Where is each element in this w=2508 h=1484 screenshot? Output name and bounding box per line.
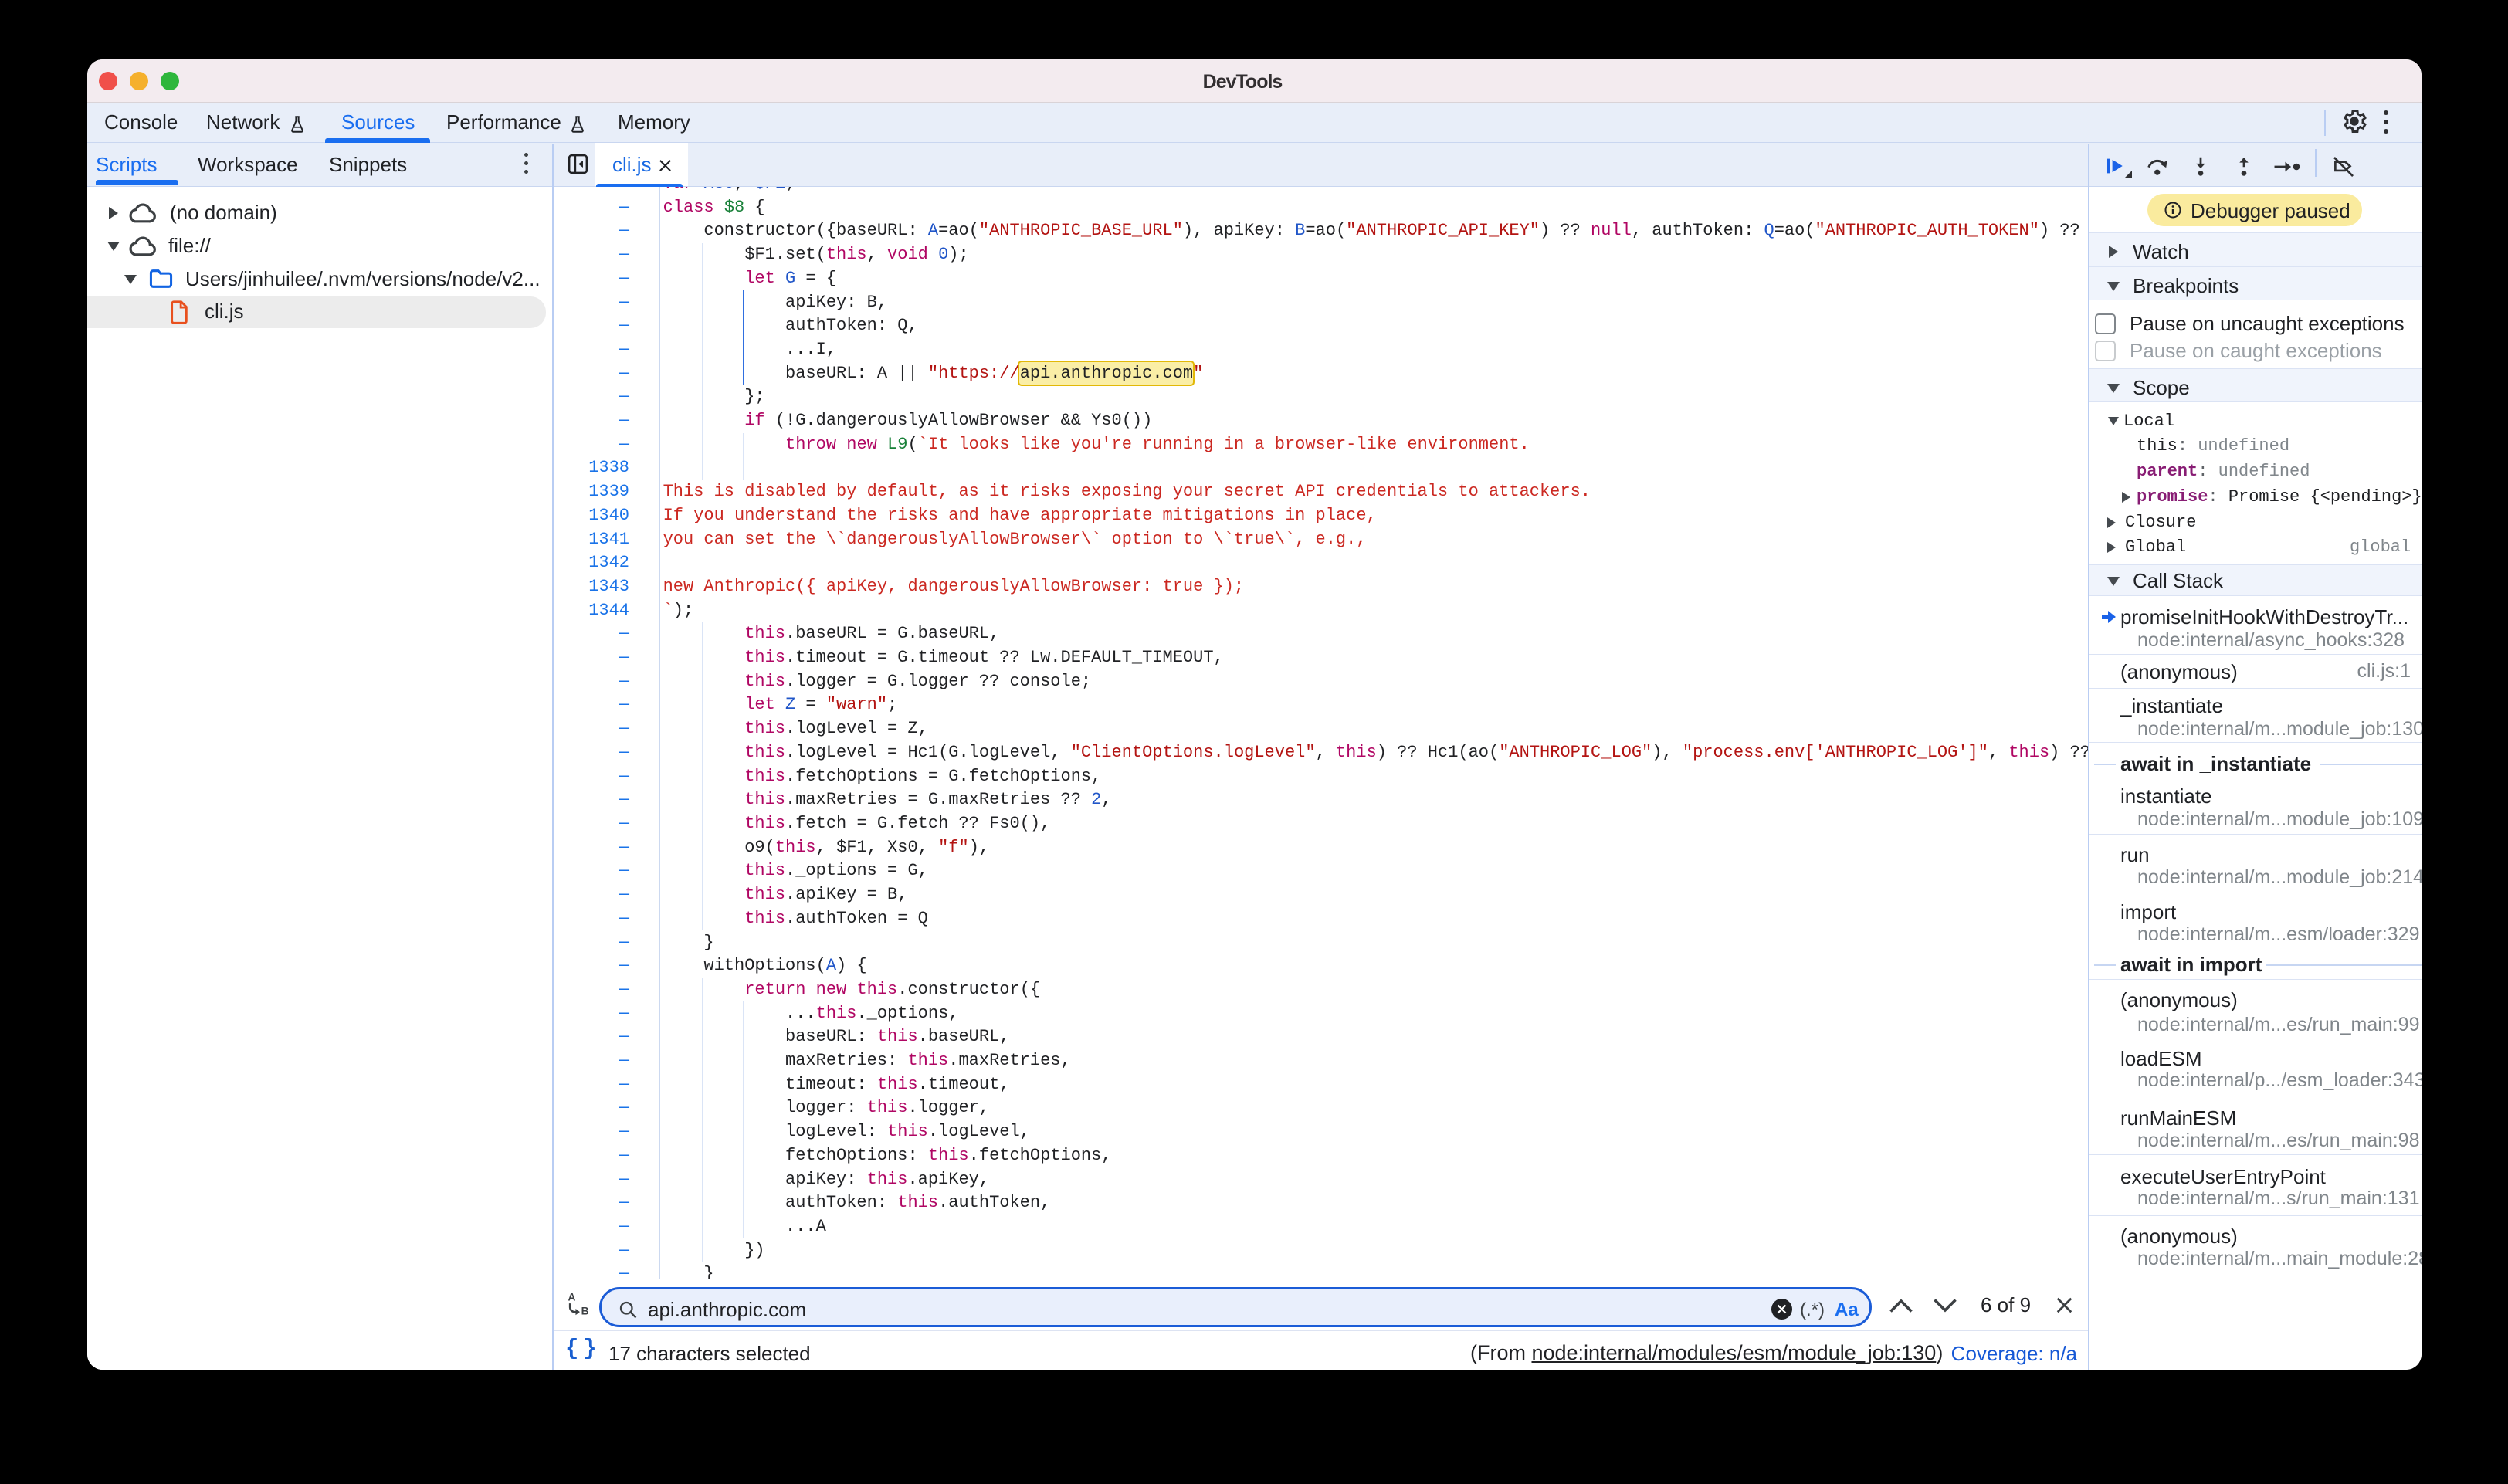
svg-text:A: A — [568, 1292, 575, 1303]
svg-text:B: B — [581, 1306, 589, 1317]
